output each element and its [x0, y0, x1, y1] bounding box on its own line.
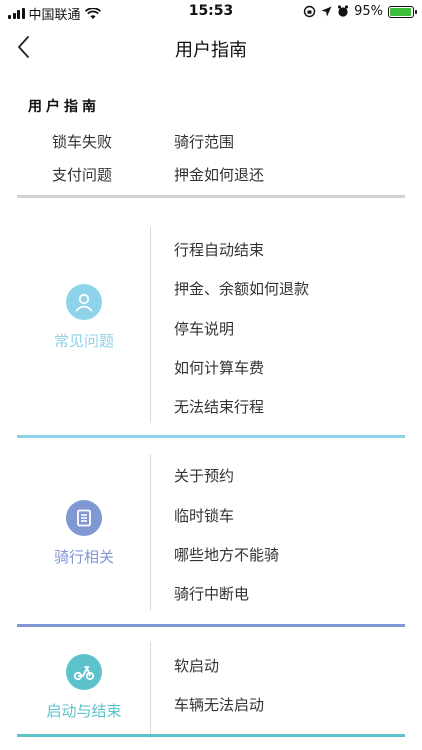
status-bar: 中国联通 15:53 95%	[0, 0, 422, 24]
vertical-divider	[150, 227, 151, 423]
category-label: 骑行相关	[53, 548, 114, 566]
page-title: 用户指南	[175, 40, 247, 61]
scooter-icon	[66, 654, 102, 690]
user-icon	[66, 284, 102, 320]
guide-item-riding-area[interactable]: 骑行范围	[174, 131, 234, 152]
guide-item-payment-issue[interactable]: 支付问题	[52, 164, 112, 185]
alarm-icon	[338, 5, 349, 17]
section-start-end: 启动与结束 软启动 车辆无法启动	[17, 630, 405, 750]
faq-item[interactable]: 行程自动结束	[174, 239, 264, 260]
guide-item-lock-failure[interactable]: 锁车失败	[52, 131, 112, 152]
riding-item[interactable]: 哪些地方不能骑	[174, 544, 279, 565]
riding-item[interactable]: 骑行中断电	[174, 583, 249, 604]
section-separator	[17, 734, 405, 737]
faq-item[interactable]: 押金、余额如何退款	[174, 278, 309, 299]
guide-item-deposit-refund[interactable]: 押金如何退还	[174, 164, 264, 185]
faq-item[interactable]: 如何计算车费	[174, 357, 264, 378]
document-icon	[66, 500, 102, 536]
guide-heading: 用户指南	[28, 99, 100, 115]
vertical-divider	[150, 454, 151, 611]
section-faq: 常见问题 行程自动结束 押金、余额如何退款 停车说明 如何计算车费 无法结束行程	[17, 198, 405, 440]
start-end-item[interactable]: 车辆无法启动	[174, 694, 264, 715]
rotation-lock-icon	[303, 5, 316, 18]
location-icon	[321, 6, 332, 17]
battery-icon	[388, 5, 417, 18]
category-start-end[interactable]: 启动与结束	[17, 654, 151, 721]
vertical-divider	[150, 642, 151, 738]
start-end-item[interactable]: 软启动	[174, 655, 219, 676]
section-riding: 骑行相关 关于预约 临时锁车 哪些地方不能骑 骑行中断电	[17, 440, 405, 630]
faq-item[interactable]: 无法结束行程	[174, 396, 264, 417]
category-riding[interactable]: 骑行相关	[17, 500, 151, 567]
riding-item[interactable]: 关于预约	[174, 465, 234, 486]
riding-item[interactable]: 临时锁车	[174, 505, 234, 526]
section-separator	[17, 435, 405, 438]
battery-percent: 95%	[354, 4, 383, 19]
category-label: 启动与结束	[46, 702, 122, 720]
category-faq[interactable]: 常见问题	[17, 284, 151, 351]
status-right: 95%	[303, 4, 417, 19]
section-separator	[17, 624, 405, 627]
nav-bar: 用户指南	[0, 24, 422, 70]
faq-item[interactable]: 停车说明	[174, 318, 234, 339]
category-label: 常见问题	[53, 332, 114, 350]
